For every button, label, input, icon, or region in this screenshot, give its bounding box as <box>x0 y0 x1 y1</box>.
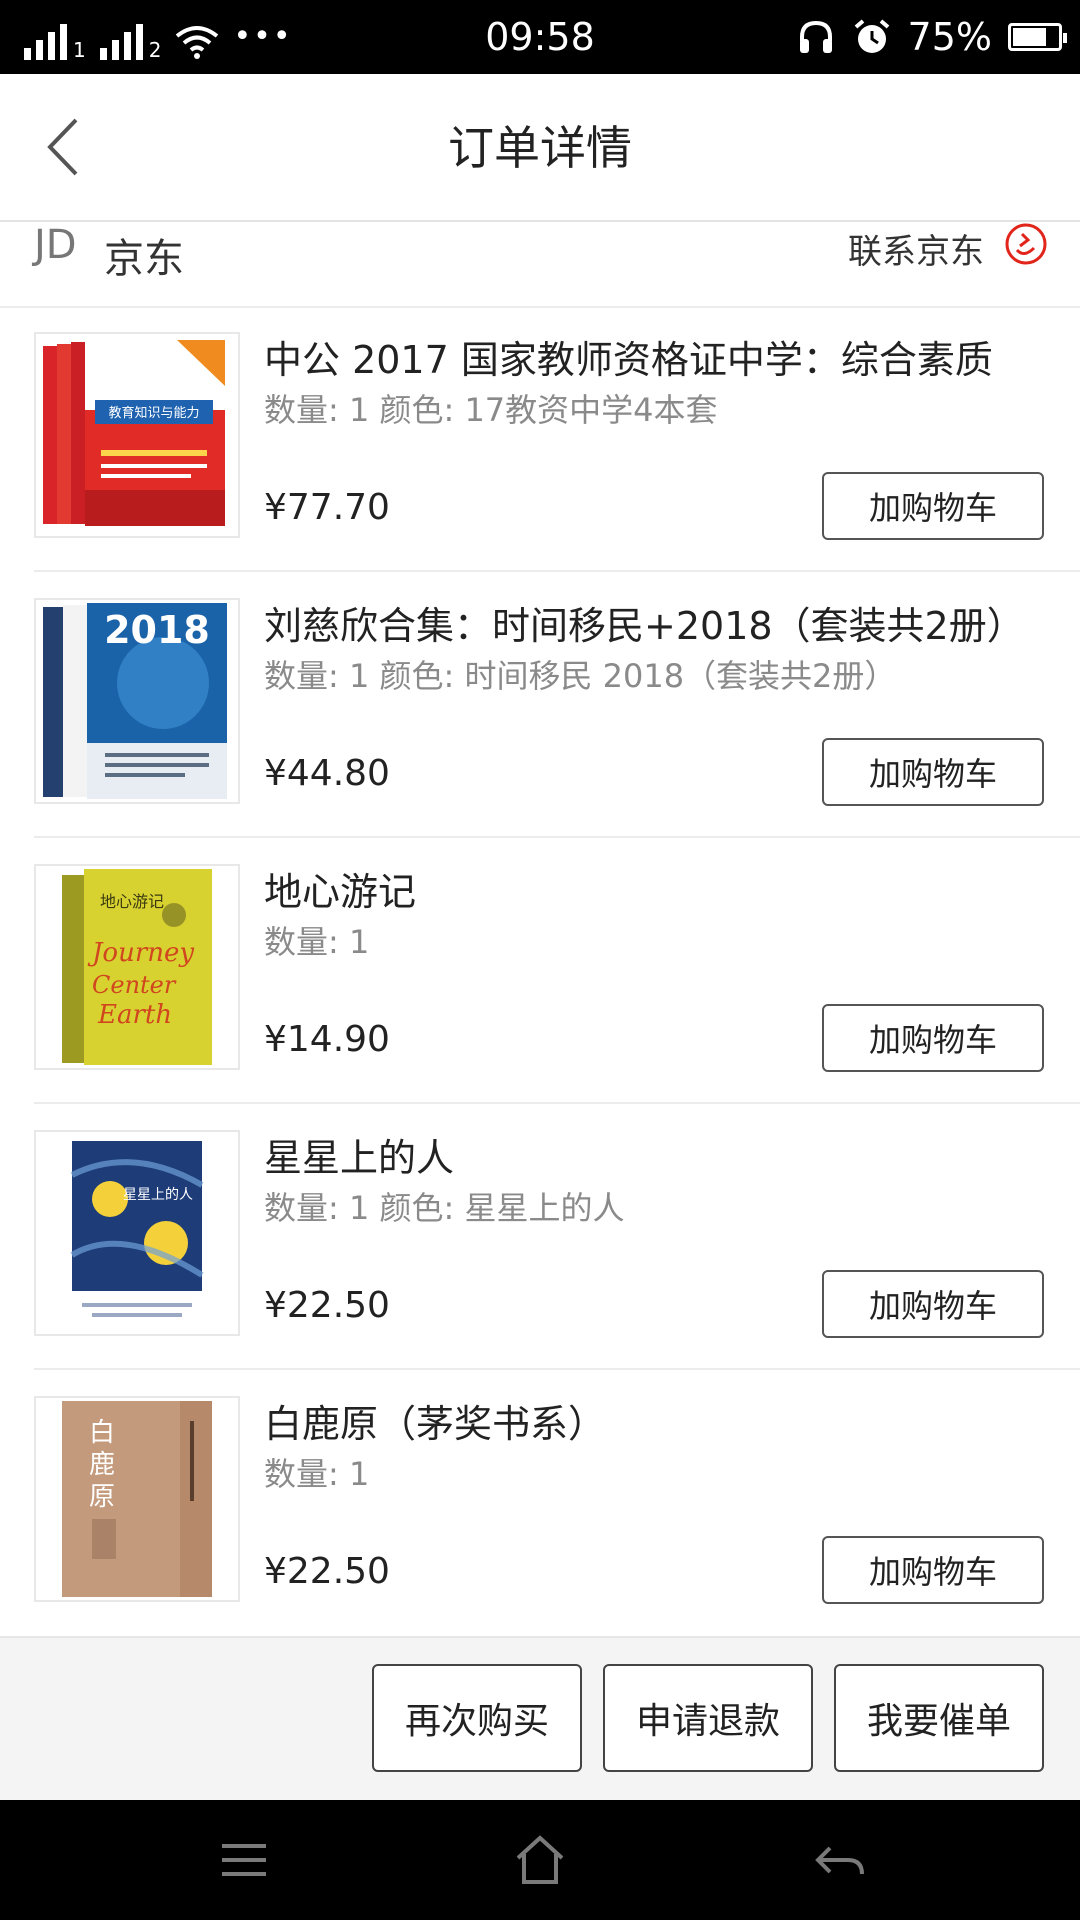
headset-icon <box>799 20 832 53</box>
product-name[interactable]: 地心游记 <box>264 866 1064 918</box>
home-icon[interactable] <box>510 1830 570 1890</box>
order-item[interactable]: 白 鹿 原 白鹿原（茅奖书系） 数量: 1 ¥22.50 加购物车 <box>34 1370 1080 1634</box>
order-item[interactable]: 2018 刘慈欣合集：时间移民+2018（套装共2册） 数量: 1 颜色: 时间… <box>34 572 1080 838</box>
product-image[interactable]: 2018 <box>34 598 240 804</box>
svg-text:原: 原 <box>89 1482 115 1512</box>
system-nav-bar <box>0 1800 1080 1920</box>
status-bar: 1 2 ••• 09:58 75% <box>0 0 1080 74</box>
refund-button[interactable]: 申请退款 <box>603 1664 813 1772</box>
page-title: 订单详情 <box>448 121 632 175</box>
product-price: ¥22.50 <box>264 1551 390 1592</box>
order-item[interactable]: 地心游记 Journey Center Earth 地心游记 数量: 1 ¥14… <box>34 838 1080 1104</box>
svg-text:教育知识与能力: 教育知识与能力 <box>108 405 199 421</box>
svg-text:白: 白 <box>89 1418 115 1448</box>
book-cover-stars: 星星上的人 <box>62 1135 212 1331</box>
product-name[interactable]: 星星上的人 <box>264 1132 1064 1184</box>
urge-order-button[interactable]: 我要催单 <box>834 1664 1044 1772</box>
product-image[interactable]: 白 鹿 原 <box>34 1396 240 1602</box>
order-item[interactable]: 教育知识与能力 中公 2017 国家教师资格证中学：综合素质 数量: 1 颜色:… <box>34 306 1080 572</box>
product-price: ¥22.50 <box>264 1285 390 1326</box>
jd-logo: JD <box>34 222 77 268</box>
product-name[interactable]: 中公 2017 国家教师资格证中学：综合素质 <box>264 334 1064 386</box>
add-to-cart-button[interactable]: 加购物车 <box>822 472 1044 540</box>
battery-icon <box>1008 23 1067 51</box>
svg-text:Earth: Earth <box>97 1000 172 1030</box>
svg-text:Center: Center <box>92 971 177 999</box>
order-item-list: 教育知识与能力 中公 2017 国家教师资格证中学：综合素质 数量: 1 颜色:… <box>0 306 1080 1634</box>
product-name[interactable]: 白鹿原（茅奖书系） <box>264 1398 1064 1450</box>
back-nav-icon[interactable] <box>810 1830 870 1890</box>
svg-text:Journey: Journey <box>87 938 194 968</box>
battery-percent: 75% <box>907 15 992 59</box>
product-spec: 数量: 1 <box>264 923 370 961</box>
add-to-cart-button[interactable]: 加购物车 <box>822 1270 1044 1338</box>
menu-icon[interactable] <box>214 1830 274 1890</box>
svg-text:鹿: 鹿 <box>89 1450 115 1480</box>
add-to-cart-button[interactable]: 加购物车 <box>822 1536 1044 1604</box>
product-spec: 数量: 1 <box>264 1455 370 1493</box>
svg-text:2018: 2018 <box>104 608 210 652</box>
book-cover-liu-cixin: 2018 <box>43 603 227 799</box>
book-cover-teacher-exam: 教育知识与能力 <box>43 340 225 526</box>
book-cover-bailuyuan: 白 鹿 原 <box>62 1401 212 1597</box>
add-to-cart-button[interactable]: 加购物车 <box>822 1004 1044 1072</box>
book-cover-journey: 地心游记 Journey Center Earth <box>62 869 212 1065</box>
shop-name: 京东 <box>104 236 184 282</box>
product-image[interactable]: 星星上的人 <box>34 1130 240 1336</box>
chat-icon[interactable] <box>1002 220 1050 270</box>
product-spec: 数量: 1 颜色: 时间移民 2018（套装共2册） <box>264 657 897 695</box>
product-spec: 数量: 1 颜色: 星星上的人 <box>264 1189 625 1227</box>
alarm-icon <box>854 19 889 53</box>
order-item[interactable]: 星星上的人 星星上的人 数量: 1 颜色: 星星上的人 ¥22.50 加购物车 <box>34 1104 1080 1370</box>
product-image[interactable]: 教育知识与能力 <box>34 332 240 538</box>
svg-text:星星上的人: 星星上的人 <box>123 1187 193 1203</box>
product-spec: 数量: 1 颜色: 17教资中学4本套 <box>264 391 718 429</box>
app-header: 订单详情 <box>0 74 1080 222</box>
contact-seller-link[interactable]: 联系京东 <box>848 224 984 273</box>
order-action-bar: 再次购买 申请退款 我要催单 <box>0 1636 1080 1802</box>
product-price: ¥77.70 <box>264 487 390 528</box>
product-price: ¥14.90 <box>264 1019 390 1060</box>
product-image[interactable]: 地心游记 Journey Center Earth <box>34 864 240 1070</box>
status-right: 75% <box>796 14 1067 60</box>
product-name[interactable]: 刘慈欣合集：时间移民+2018（套装共2册） <box>264 600 1064 652</box>
svg-text:地心游记: 地心游记 <box>100 892 164 911</box>
shop-row: JD 京东 联系京东 <box>0 220 1080 308</box>
product-price: ¥44.80 <box>264 753 390 794</box>
add-to-cart-button[interactable]: 加购物车 <box>822 738 1044 806</box>
rebuy-button[interactable]: 再次购买 <box>372 1664 582 1772</box>
